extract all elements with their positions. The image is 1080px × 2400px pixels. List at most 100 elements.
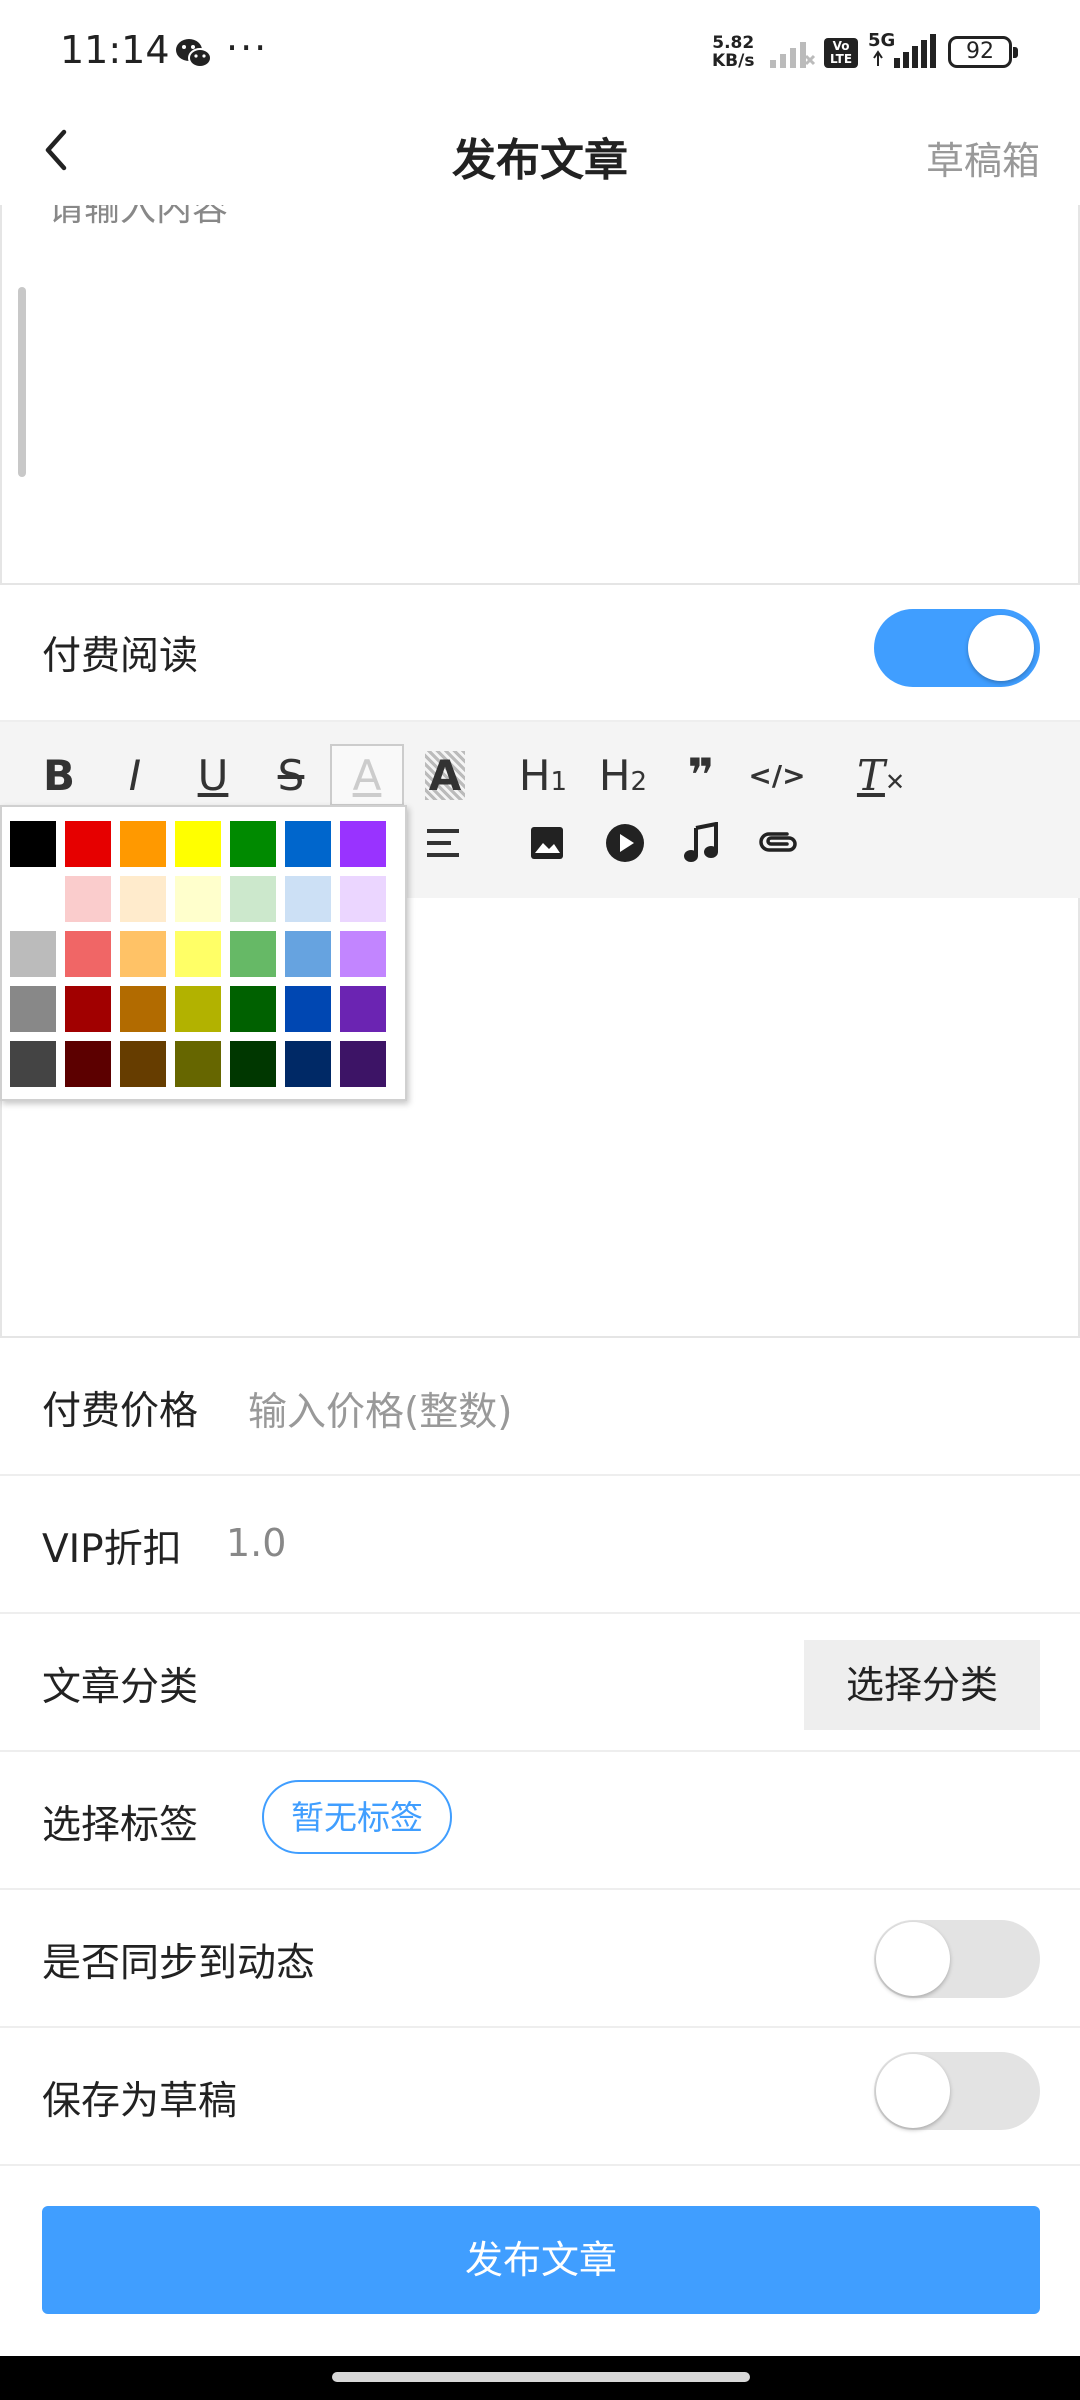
h2-letter: H [598, 750, 631, 800]
quote-icon: ❞ [687, 748, 715, 802]
editor-scrollbar[interactable] [18, 287, 26, 477]
network-speed: 5.82 KB/s [712, 34, 754, 70]
drafts-button[interactable]: 草稿箱 [926, 130, 1040, 185]
font-color-button[interactable]: A [330, 744, 404, 806]
color-picker-popup [0, 805, 407, 1101]
color-swatch[interactable] [175, 876, 221, 922]
clear-format-icon: T✕ [856, 750, 906, 800]
color-swatch[interactable] [340, 1041, 386, 1087]
content-placeholder: 请输入内容 [48, 205, 229, 229]
color-swatch[interactable] [65, 986, 111, 1032]
paid-reading-toggle[interactable] [874, 609, 1040, 687]
system-nav-bar [0, 2356, 1080, 2400]
tags-label: 选择标签 [42, 1803, 199, 1848]
paid-reading-row: 付费阅读 [0, 585, 1080, 722]
strikethrough-button[interactable]: S [256, 742, 326, 808]
heading1-button[interactable]: H1 [508, 742, 578, 808]
select-category-button[interactable]: 选择分类 [804, 1640, 1040, 1730]
h2-number: 2 [630, 766, 648, 797]
color-swatch[interactable] [285, 821, 331, 867]
price-input[interactable]: 输入价格(整数) [248, 1381, 512, 1437]
color-swatch[interactable] [65, 1041, 111, 1087]
clear-format-button[interactable]: T✕ [846, 742, 916, 808]
toggle-knob [876, 1922, 950, 1996]
italic-button[interactable]: I [100, 742, 170, 808]
attach-file-button[interactable] [744, 810, 814, 876]
color-swatch[interactable] [175, 821, 221, 867]
color-swatch[interactable] [175, 1041, 221, 1087]
vip-discount-row: VIP折扣 1.0 [0, 1476, 1080, 1614]
signal-strong-icon [872, 34, 938, 74]
paid-price-row: 付费价格 输入价格(整数) [0, 1338, 1080, 1476]
bold-button[interactable]: B [24, 742, 94, 808]
font-color-icon: A [352, 750, 382, 800]
clear-format-letter: T [856, 750, 885, 800]
color-swatch[interactable] [120, 986, 166, 1032]
color-swatch[interactable] [285, 986, 331, 1032]
save-draft-toggle[interactable] [874, 2052, 1040, 2130]
color-swatch[interactable] [65, 821, 111, 867]
publish-button[interactable]: 发布文章 [42, 2206, 1040, 2314]
code-block-button[interactable]: </> [742, 742, 812, 808]
color-swatch[interactable] [10, 931, 56, 977]
color-swatch[interactable] [230, 876, 276, 922]
heading2-button[interactable]: H2 [588, 742, 658, 808]
save-draft-label: 保存为草稿 [42, 2079, 238, 2124]
tags-row: 选择标签 暂无标签 [0, 1752, 1080, 1890]
paid-price-label: 付费价格 [42, 1389, 199, 1434]
color-swatch[interactable] [340, 876, 386, 922]
color-swatch[interactable] [65, 876, 111, 922]
category-label: 文章分类 [42, 1665, 199, 1710]
color-swatch[interactable] [340, 986, 386, 1032]
content-editor[interactable]: 请输入内容 [0, 205, 1080, 585]
color-swatch[interactable] [230, 931, 276, 977]
color-swatch[interactable] [175, 986, 221, 1032]
speed-unit: KB/s [712, 51, 755, 71]
color-swatch[interactable] [285, 876, 331, 922]
color-swatch[interactable] [340, 821, 386, 867]
blockquote-button[interactable]: ❞ [666, 742, 736, 808]
home-gesture-handle[interactable] [332, 2372, 750, 2382]
color-swatch[interactable] [120, 1041, 166, 1087]
color-swatch[interactable] [120, 931, 166, 977]
color-swatch[interactable] [65, 931, 111, 977]
align-button[interactable] [410, 810, 480, 876]
battery-icon: 92 [948, 36, 1018, 68]
music-note-icon [684, 822, 718, 862]
image-icon [531, 827, 563, 859]
align-left-icon [427, 829, 459, 857]
paid-reading-label: 付费阅读 [42, 634, 199, 679]
background-color-button[interactable]: A [410, 742, 480, 808]
code-icon: </> [748, 758, 806, 792]
color-swatch[interactable] [120, 821, 166, 867]
color-swatch[interactable] [120, 876, 166, 922]
sync-dynamic-row: 是否同步到动态 [0, 1890, 1080, 2028]
color-swatch[interactable] [10, 986, 56, 1032]
underline-icon: U [197, 750, 229, 800]
color-swatch[interactable] [10, 1041, 56, 1087]
color-swatch[interactable] [10, 821, 56, 867]
color-swatch[interactable] [175, 931, 221, 977]
insert-audio-button[interactable] [667, 810, 737, 876]
color-swatch[interactable] [230, 986, 276, 1032]
heading1-icon: H1 [519, 751, 567, 800]
app-header: 发布文章 草稿箱 [0, 100, 1080, 205]
insert-image-button[interactable] [512, 810, 582, 876]
color-swatch[interactable] [230, 1041, 276, 1087]
volte-line2: LTE [829, 52, 853, 66]
color-swatch[interactable] [10, 876, 56, 922]
color-swatch[interactable] [230, 821, 276, 867]
color-swatch[interactable] [285, 931, 331, 977]
sync-dynamic-toggle[interactable] [874, 1920, 1040, 1998]
vip-discount-input[interactable]: 1.0 [226, 1521, 286, 1565]
sync-dynamic-label: 是否同步到动态 [42, 1941, 316, 1986]
insert-video-button[interactable] [590, 810, 660, 876]
color-swatch[interactable] [340, 931, 386, 977]
toggle-knob [876, 2054, 950, 2128]
underline-button[interactable]: U [178, 742, 248, 808]
no-tags-chip[interactable]: 暂无标签 [262, 1780, 452, 1854]
toggle-knob [968, 615, 1034, 681]
color-swatch[interactable] [285, 1041, 331, 1087]
color-swatch-grid [10, 821, 405, 1087]
speed-value: 5.82 [712, 33, 755, 53]
